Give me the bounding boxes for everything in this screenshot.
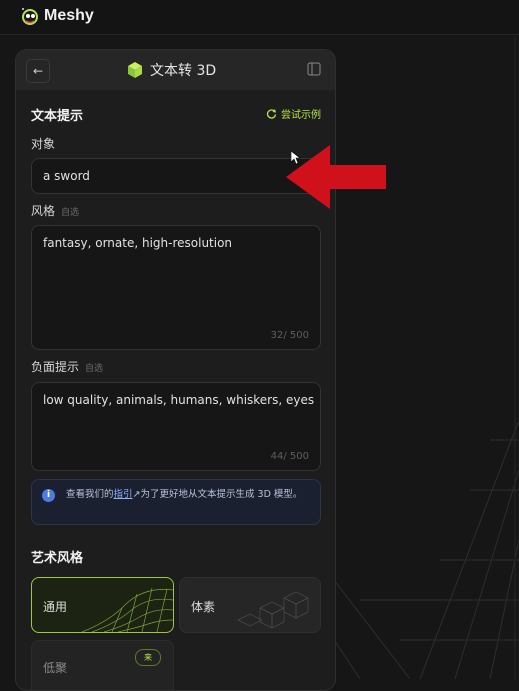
- negative-textarea-value: low quality, animals, humans, whiskers, …: [43, 393, 315, 407]
- style-label: 风格 自选: [31, 202, 79, 219]
- back-button[interactable]: ←: [26, 59, 50, 83]
- art-style-general[interactable]: 通用: [31, 577, 174, 633]
- red-pointer-arrow-icon: [286, 145, 386, 209]
- try-example-label: 尝试示例: [281, 110, 321, 121]
- art-style-voxel[interactable]: 体素: [179, 577, 321, 633]
- style-textarea-value: fantasy, ornate, high-resolution: [43, 236, 233, 250]
- style-textarea[interactable]: fantasy, ornate, high-resolution 32/ 500: [31, 225, 321, 350]
- panel-title: 文本转 3D: [150, 63, 217, 79]
- style-label-text: 风格: [31, 204, 56, 218]
- art-style-low-poly-label: 低聚: [43, 661, 68, 675]
- sidebar-collapse-icon[interactable]: [307, 62, 321, 76]
- info-text: 查看我们的指引↗为了更好地从文本提示生成 3D 模型。: [66, 488, 311, 502]
- negative-label-text: 负面提示: [31, 360, 80, 374]
- top-bar: Meshy: [0, 0, 519, 35]
- panel-header: ← 文本转 3D: [16, 50, 335, 90]
- negative-prompt-label: 负面提示 自选: [31, 358, 103, 375]
- info-banner: i 查看我们的指引↗为了更好地从文本提示生成 3D 模型。: [31, 479, 321, 525]
- cube-icon: [128, 62, 142, 78]
- info-prefix: 查看我们的: [66, 489, 114, 500]
- try-example-button[interactable]: 尝试示例: [266, 106, 321, 121]
- art-style-heading: 艺术风格: [31, 551, 84, 566]
- info-suffix: 为了更好地从文本提示生成 3D 模型。: [140, 489, 303, 500]
- guide-link[interactable]: 指引: [114, 489, 133, 500]
- coming-badge: 来: [135, 649, 161, 666]
- art-style-general-label: 通用: [43, 600, 68, 614]
- external-link-icon: ↗: [132, 489, 141, 500]
- arrow-left-icon: ←: [32, 64, 44, 78]
- negative-char-counter: 44/ 500: [270, 451, 309, 462]
- meshy-logo-icon: [22, 8, 38, 25]
- object-input[interactable]: a sword: [31, 158, 321, 194]
- refresh-icon: [266, 109, 277, 119]
- app-name: Meshy: [44, 7, 94, 24]
- info-icon: i: [42, 489, 55, 502]
- meshy-logo[interactable]: Meshy: [20, 6, 94, 26]
- object-input-value: a sword: [43, 169, 90, 183]
- negative-prompt-textarea[interactable]: low quality, animals, humans, whiskers, …: [31, 382, 321, 471]
- art-style-voxel-label: 体素: [191, 600, 216, 614]
- style-optional-tag: 自选: [61, 208, 80, 218]
- style-char-counter: 32/ 500: [270, 330, 309, 341]
- object-label: 对象: [31, 137, 56, 151]
- text-prompt-heading: 文本提示: [31, 109, 84, 124]
- art-style-low-poly[interactable]: 低聚 来: [31, 640, 174, 690]
- negative-optional-tag: 自选: [85, 364, 104, 374]
